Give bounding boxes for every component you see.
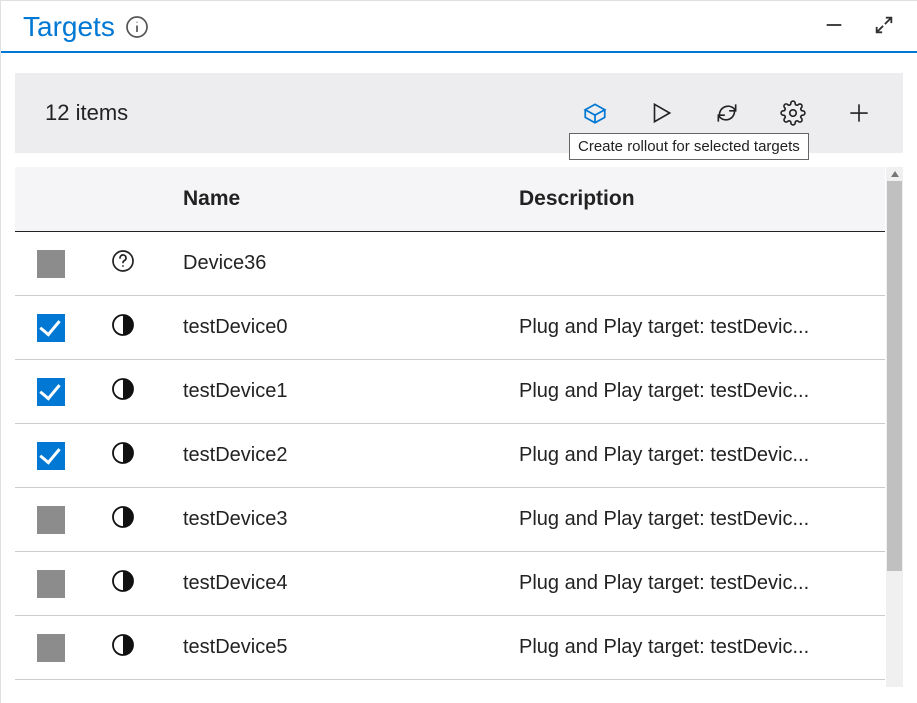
- col-header-status[interactable]: [87, 167, 159, 232]
- scrollbar-thumb[interactable]: [887, 181, 902, 571]
- info-icon[interactable]: [125, 15, 149, 39]
- row-checkbox[interactable]: [37, 570, 65, 598]
- tooltip: Create rollout for selected targets: [569, 133, 809, 160]
- row-checkbox[interactable]: [37, 250, 65, 278]
- row-description: Plug and Play target: testDevic...: [509, 488, 885, 552]
- row-checkbox[interactable]: [37, 442, 65, 470]
- half-circle-icon: [110, 312, 136, 338]
- table-header-row: Name Description: [15, 167, 885, 232]
- row-description: Plug and Play target: testDevic...: [509, 552, 885, 616]
- row-name: testDevice4: [159, 552, 509, 616]
- col-header-description[interactable]: Description: [509, 167, 885, 232]
- row-checkbox[interactable]: [37, 378, 65, 406]
- toolbar-actions: [581, 99, 873, 127]
- row-name: Device36: [159, 232, 509, 296]
- add-button[interactable]: [845, 99, 873, 127]
- table-row[interactable]: testDevice2Plug and Play target: testDev…: [15, 424, 885, 488]
- col-header-select[interactable]: [15, 167, 87, 232]
- scrollbar[interactable]: [886, 167, 903, 687]
- half-circle-icon: [110, 376, 136, 402]
- half-circle-icon: [110, 504, 136, 530]
- row-name: testDevice0: [159, 296, 509, 360]
- row-name: testDevice2: [159, 424, 509, 488]
- half-circle-icon: [110, 568, 136, 594]
- targets-table: Name Description Device36testDevice0Plug…: [15, 167, 885, 680]
- row-name: testDevice3: [159, 488, 509, 552]
- half-circle-icon: [110, 632, 136, 658]
- half-circle-icon: [110, 440, 136, 466]
- row-checkbox[interactable]: [37, 634, 65, 662]
- panel-header: Targets: [1, 1, 917, 53]
- row-description: Plug and Play target: testDevic...: [509, 424, 885, 488]
- table-scroll[interactable]: Name Description Device36testDevice0Plug…: [15, 167, 903, 687]
- table-row[interactable]: testDevice4Plug and Play target: testDev…: [15, 552, 885, 616]
- row-description: Plug and Play target: testDevic...: [509, 360, 885, 424]
- row-name: testDevice5: [159, 616, 509, 680]
- row-checkbox[interactable]: [37, 314, 65, 342]
- minimize-icon[interactable]: [823, 14, 845, 41]
- refresh-button[interactable]: [713, 99, 741, 127]
- content-area: 12 items: [1, 53, 917, 687]
- play-button[interactable]: [647, 99, 675, 127]
- header-actions: [823, 14, 895, 41]
- row-checkbox[interactable]: [37, 506, 65, 534]
- unknown-status-icon: [110, 248, 136, 274]
- row-description: [509, 232, 885, 296]
- title-wrap: Targets: [23, 11, 149, 43]
- table-row[interactable]: testDevice5Plug and Play target: testDev…: [15, 616, 885, 680]
- row-name: testDevice1: [159, 360, 509, 424]
- item-count-label: 12 items: [45, 100, 128, 126]
- table-row[interactable]: Device36: [15, 232, 885, 296]
- table-row[interactable]: testDevice3Plug and Play target: testDev…: [15, 488, 885, 552]
- settings-button[interactable]: [779, 99, 807, 127]
- table-wrap: Name Description Device36testDevice0Plug…: [15, 167, 903, 687]
- row-description: Plug and Play target: testDevic...: [509, 296, 885, 360]
- expand-icon[interactable]: [873, 14, 895, 41]
- table-row[interactable]: testDevice0Plug and Play target: testDev…: [15, 296, 885, 360]
- col-header-name[interactable]: Name: [159, 167, 509, 232]
- create-rollout-button[interactable]: [581, 99, 609, 127]
- scrollbar-up-arrow[interactable]: [886, 167, 903, 181]
- row-description: Plug and Play target: testDevic...: [509, 616, 885, 680]
- table-row[interactable]: testDevice1Plug and Play target: testDev…: [15, 360, 885, 424]
- page-title: Targets: [23, 11, 115, 43]
